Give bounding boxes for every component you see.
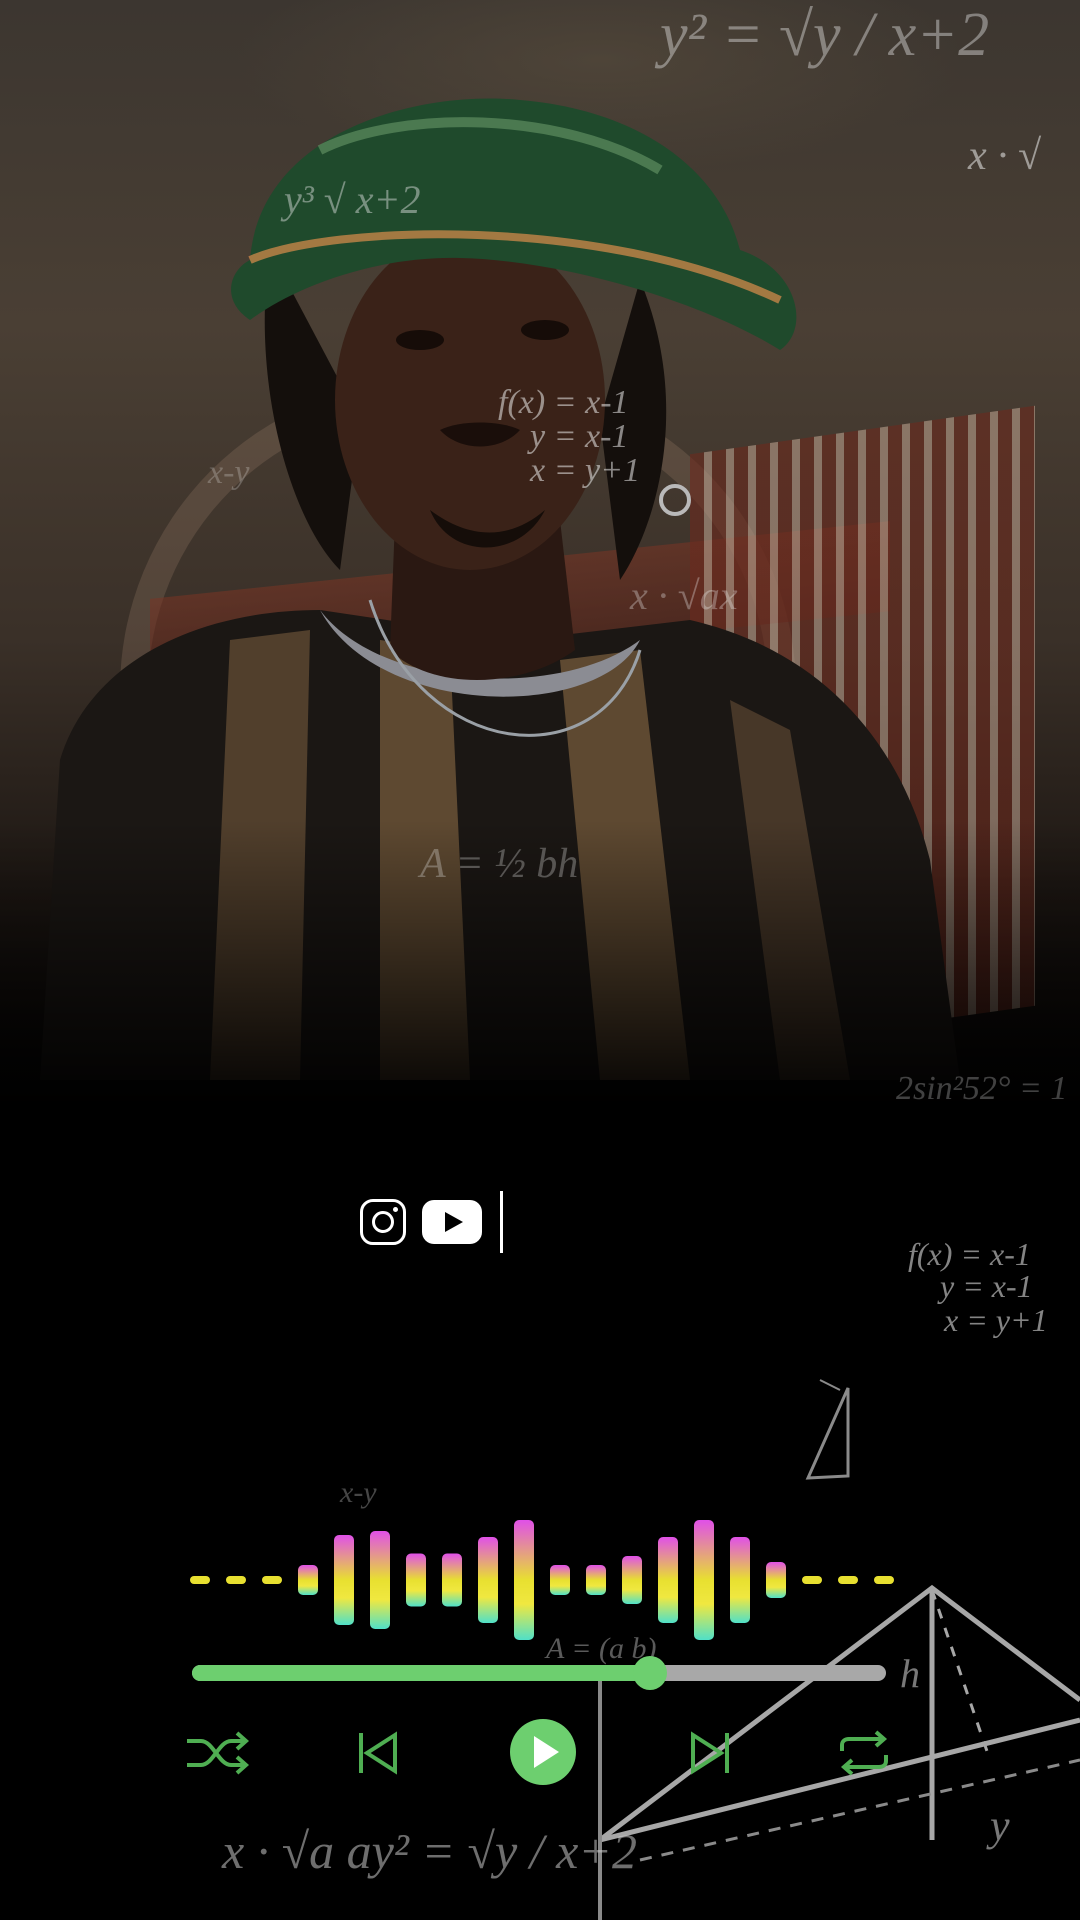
formula-text: x · √ax (630, 573, 738, 618)
visualizer-bar (262, 1576, 282, 1584)
formula-text: x-y (208, 454, 250, 491)
visualizer-bar (802, 1576, 822, 1584)
instagram-icon[interactable] (360, 1199, 406, 1245)
visualizer-bar (766, 1562, 786, 1598)
visualizer-bar (586, 1565, 606, 1595)
visualizer-bar (730, 1537, 750, 1623)
visualizer-bar (622, 1556, 642, 1604)
formula-text: x · √a ay² = √y / x+2 (222, 1823, 638, 1879)
visualizer-bar (226, 1576, 246, 1584)
visualizer-bar (298, 1565, 318, 1595)
audio-visualizer (190, 1500, 894, 1660)
formula-text: y = x-1 (530, 418, 629, 455)
formula-text: 2sin²52° = 1 (896, 1070, 1068, 1107)
visualizer-bar (190, 1576, 210, 1584)
social-divider (500, 1191, 503, 1253)
visualizer-bar (874, 1576, 894, 1584)
artist-photo: y² = √y / x+2 x · √ y³ √ x+2 f(x) = x-1 … (0, 0, 1080, 1160)
social-links (360, 1188, 503, 1256)
repeat-icon (840, 1730, 888, 1776)
youtube-icon[interactable] (422, 1200, 482, 1244)
visualizer-bar (694, 1520, 714, 1640)
next-button[interactable] (684, 1725, 736, 1781)
formula-text: y = x-1 (940, 1268, 1033, 1304)
repeat-button[interactable] (836, 1725, 892, 1781)
formula-text: y (990, 1801, 1010, 1850)
visualizer-bar (442, 1553, 462, 1607)
play-button[interactable] (509, 1718, 577, 1786)
app-screen: y² = √y / x+2 x · √ y³ √ x+2 f(x) = x-1 … (0, 0, 1080, 1920)
previous-icon (359, 1731, 397, 1775)
formula-text: f(x) = x-1 (498, 384, 629, 421)
progress-fill (192, 1665, 651, 1681)
visualizer-bar (514, 1520, 534, 1640)
formula-text: y² = √y / x+2 (660, 1, 990, 69)
visualizer-bar (550, 1565, 570, 1595)
formula-text: x = y+1 (944, 1302, 1048, 1338)
visualizer-bar (478, 1537, 498, 1623)
visualizer-bar (334, 1535, 354, 1625)
formula-text: h (900, 1651, 920, 1696)
previous-button[interactable] (352, 1725, 404, 1781)
formula-text: x = y+1 (530, 452, 641, 489)
formula-text: A = ½ bh (420, 841, 579, 887)
shuffle-button[interactable] (182, 1725, 252, 1781)
play-icon (510, 1719, 576, 1785)
visualizer-bar (370, 1531, 390, 1629)
formula-text: y³ √ x+2 (284, 177, 421, 222)
visualizer-bar (658, 1537, 678, 1623)
visualizer-bar (406, 1553, 426, 1607)
visualizer-bar (838, 1576, 858, 1584)
next-icon (691, 1731, 729, 1775)
progress-bar[interactable] (192, 1656, 886, 1690)
formula-text: x · √ (968, 133, 1042, 179)
progress-thumb[interactable] (633, 1656, 668, 1690)
shuffle-icon (187, 1731, 250, 1775)
